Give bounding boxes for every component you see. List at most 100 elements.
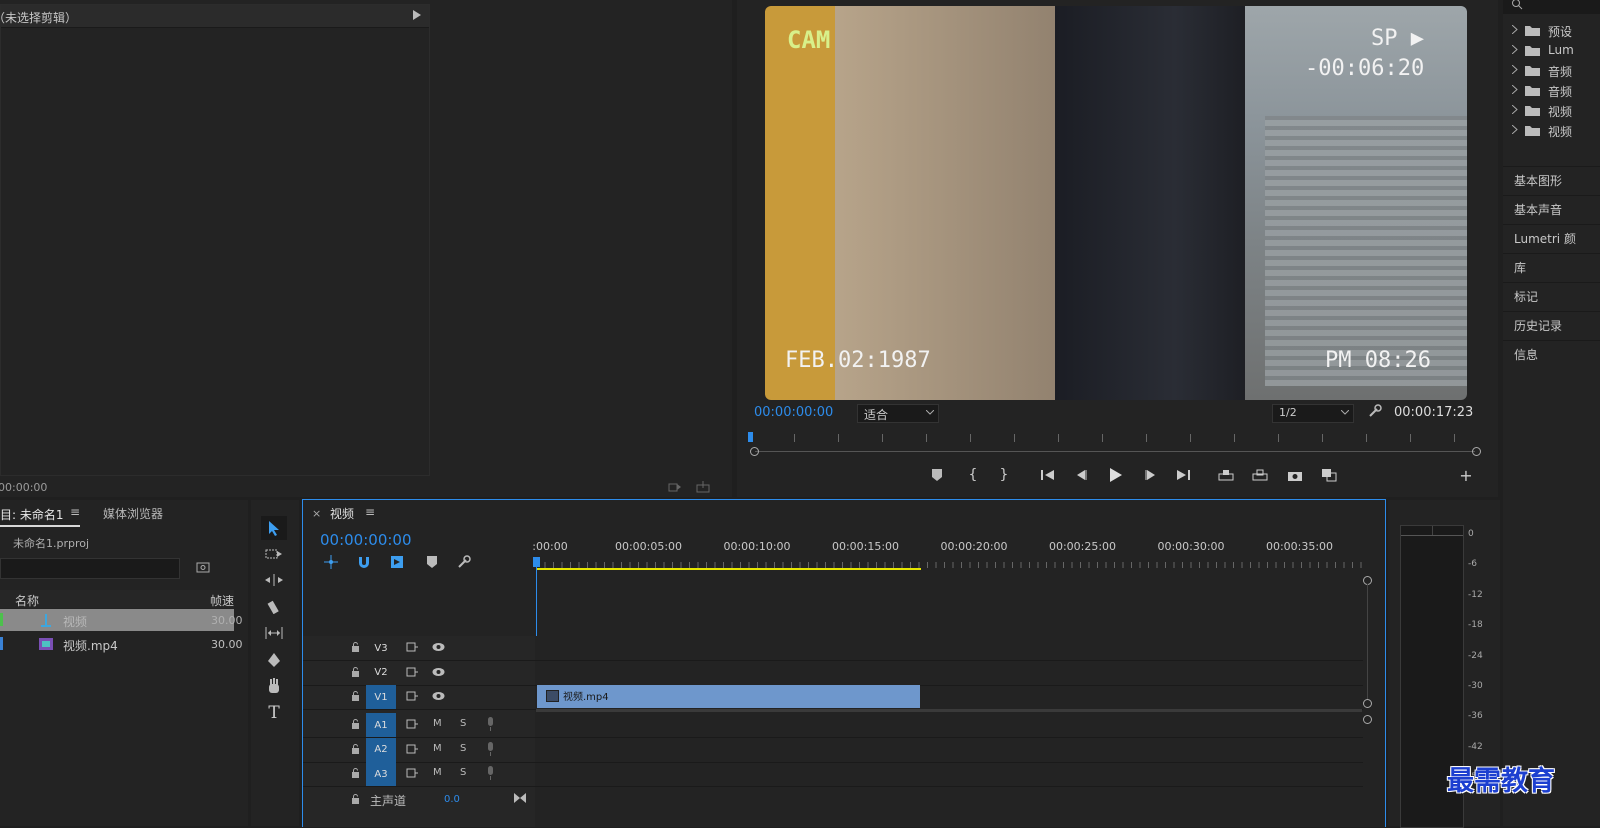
extract-icon[interactable] <box>1251 467 1269 483</box>
chevron-right-icon[interactable] <box>1512 105 1518 114</box>
wrench-icon[interactable] <box>1368 404 1382 418</box>
panel-tab-item[interactable]: 库 <box>1503 253 1600 281</box>
eye-icon[interactable] <box>432 667 445 677</box>
go-to-out-icon[interactable] <box>1175 467 1191 483</box>
panel-tab-item[interactable]: 信息 <box>1503 340 1600 368</box>
solo-button[interactable]: S <box>460 743 466 754</box>
track-target[interactable]: A2 <box>366 737 396 762</box>
lock-icon[interactable] <box>351 691 360 701</box>
microphone-icon[interactable] <box>486 766 495 780</box>
fit-dropdown[interactable]: 适合 <box>857 404 939 423</box>
project-row[interactable]: 视频 30.00 <box>0 609 243 631</box>
track-target[interactable]: A1 <box>366 713 396 737</box>
zoom-bar[interactable] <box>755 451 1475 452</box>
lock-icon[interactable] <box>351 666 360 677</box>
track-target[interactable]: A3 <box>366 762 396 786</box>
selection-tool-icon[interactable] <box>261 516 287 540</box>
media-browser-tab[interactable]: 媒体浏览器 <box>103 505 163 522</box>
timeline-tab-label[interactable]: 视频 <box>330 505 354 522</box>
lock-icon[interactable] <box>351 642 360 652</box>
mute-button[interactable]: M <box>433 767 442 778</box>
ripple-edit-tool-icon[interactable] <box>261 569 287 591</box>
lock-icon[interactable] <box>351 743 360 754</box>
work-area-bar[interactable] <box>536 568 921 570</box>
pen-tool-icon[interactable] <box>261 649 287 671</box>
mute-button[interactable]: M <box>433 743 442 754</box>
sync-lock-icon[interactable] <box>406 667 418 677</box>
nest-icon[interactable] <box>323 554 339 570</box>
step-forward-icon[interactable] <box>1143 467 1159 483</box>
chevron-right-icon[interactable] <box>1512 85 1518 94</box>
panel-tab-item[interactable]: 历史记录 <box>1503 311 1600 339</box>
hand-tool-icon[interactable] <box>261 675 287 697</box>
tree-item[interactable]: 音频 <box>1503 62 1600 80</box>
project-tab[interactable]: 项目: 未命名1 ≡ <box>0 503 80 527</box>
program-mini-ruler[interactable] <box>748 432 1481 460</box>
mark-in-icon[interactable]: { <box>965 467 981 483</box>
slip-tool-icon[interactable] <box>261 622 287 644</box>
tree-item[interactable]: 视频 <box>1503 102 1600 120</box>
lock-icon[interactable] <box>351 794 360 804</box>
lock-icon[interactable] <box>351 719 360 729</box>
chevron-right-icon[interactable] <box>1512 125 1518 134</box>
new-bin-search-icon[interactable] <box>196 561 210 573</box>
program-timecode[interactable]: 00:00:00:00 <box>754 405 833 420</box>
panel-tab-item[interactable]: Lumetri 颜 <box>1503 224 1600 252</box>
panel-tab-item[interactable]: 基本声音 <box>1503 195 1600 223</box>
scroll-handle-bottom[interactable] <box>1363 699 1372 708</box>
scroll-track[interactable] <box>1367 584 1368 699</box>
chevron-right-icon[interactable] <box>1512 25 1518 34</box>
track-select-tool-icon[interactable] <box>261 543 287 565</box>
sync-lock-icon[interactable] <box>406 642 418 652</box>
tree-item[interactable]: 音频 <box>1503 82 1600 100</box>
mark-out-icon[interactable]: } <box>996 467 1012 483</box>
lock-icon[interactable] <box>351 768 360 778</box>
sync-lock-icon[interactable] <box>406 768 418 778</box>
compare-icon[interactable] <box>1320 467 1338 483</box>
tree-item[interactable]: Lum <box>1503 42 1600 60</box>
col-name-header[interactable]: 名称 <box>15 592 39 609</box>
scroll-handle-audio[interactable] <box>1363 715 1372 724</box>
linked-selection-icon[interactable] <box>389 554 405 570</box>
panel-menu-icon[interactable]: ≡ <box>365 505 375 519</box>
type-tool-icon[interactable]: T <box>261 701 287 725</box>
razor-tool-icon[interactable] <box>261 596 287 618</box>
camera-icon[interactable] <box>1286 467 1304 483</box>
zoom-handle-left[interactable] <box>750 447 759 456</box>
zoom-handle-right[interactable] <box>1472 447 1481 456</box>
go-to-end-icon[interactable] <box>514 792 526 804</box>
eye-icon[interactable] <box>432 691 445 701</box>
panel-tab-item[interactable]: 基本图形 <box>1503 166 1600 194</box>
add-marker-icon[interactable] <box>424 554 440 570</box>
timeline-timecode[interactable]: 00:00:00:00 <box>320 531 412 549</box>
tree-item[interactable]: 视频 <box>1503 122 1600 140</box>
play-icon[interactable] <box>1108 466 1124 484</box>
close-icon[interactable]: × <box>312 507 321 520</box>
marker-icon[interactable] <box>929 467 945 483</box>
track-target[interactable]: V3 <box>366 636 396 660</box>
source-expand-icon[interactable] <box>413 10 421 20</box>
chevron-right-icon[interactable] <box>1512 65 1518 74</box>
go-to-in-icon[interactable] <box>1040 467 1056 483</box>
eye-icon[interactable] <box>432 642 445 652</box>
project-search-input[interactable] <box>0 558 180 579</box>
panel-menu-icon[interactable]: ≡ <box>70 505 80 519</box>
timeline-settings-wrench-icon[interactable] <box>456 554 472 570</box>
track-target[interactable]: V2 <box>366 661 396 685</box>
video-clip[interactable]: 视频.mp4 <box>537 685 920 708</box>
sync-lock-icon[interactable] <box>406 744 418 754</box>
right-search-box[interactable] <box>1503 0 1600 14</box>
tree-item[interactable]: 预设 <box>1503 22 1600 40</box>
lift-icon[interactable] <box>1217 467 1235 483</box>
chevron-right-icon[interactable] <box>1512 45 1518 54</box>
step-back-icon[interactable] <box>1073 467 1089 483</box>
master-value[interactable]: 0.0 <box>444 794 460 805</box>
source-export-icon[interactable] <box>696 480 710 493</box>
solo-button[interactable]: S <box>460 718 466 729</box>
solo-button[interactable]: S <box>460 767 466 778</box>
col-fps-header[interactable]: 帧速 <box>210 592 234 609</box>
panel-tab-item[interactable]: 标记 <box>1503 282 1600 310</box>
source-insert-icon[interactable] <box>668 481 682 493</box>
snap-magnet-icon[interactable] <box>356 554 372 570</box>
track-target[interactable]: V1 <box>366 685 396 709</box>
